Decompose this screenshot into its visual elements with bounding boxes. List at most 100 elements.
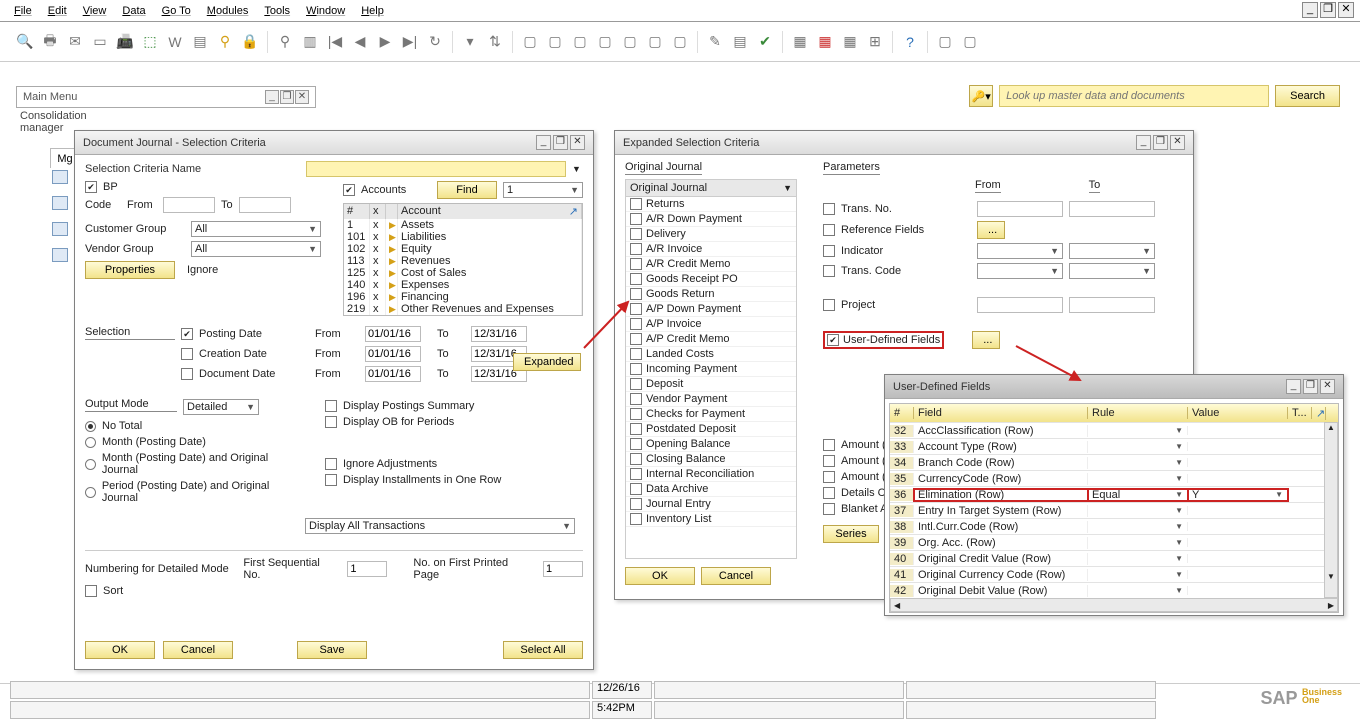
preview-icon[interactable]: 🔍 (14, 31, 36, 53)
exp-cancel-button[interactable]: Cancel (701, 567, 771, 585)
transcode-to-select[interactable]: ▼ (1069, 263, 1155, 279)
dj-save-button[interactable]: Save (297, 641, 367, 659)
journal-item[interactable]: Goods Receipt PO (626, 272, 796, 287)
exp-max-icon[interactable]: ❐ (1153, 135, 1168, 150)
udf-row[interactable]: 32AccClassification (Row)▼ (890, 422, 1324, 438)
project-to-input[interactable] (1069, 297, 1155, 313)
find-level-select[interactable]: 1▼ (503, 182, 583, 198)
dj-select-all-button[interactable]: Select All (503, 641, 583, 659)
find-icon[interactable]: ⚲ (274, 31, 296, 53)
project-from-input[interactable] (977, 297, 1063, 313)
vend-group-select[interactable]: All▼ (191, 241, 321, 257)
udf-row[interactable]: 37Entry In Target System (Row)▼ (890, 502, 1324, 518)
doc3-icon[interactable]: ▢ (569, 31, 591, 53)
help-icon[interactable]: ? (899, 31, 921, 53)
account-row[interactable]: 1x▶Assets (344, 219, 582, 231)
next-icon[interactable]: ▶ (374, 31, 396, 53)
edit-icon[interactable]: ✎ (704, 31, 726, 53)
print-icon[interactable]: 🖶 (39, 31, 61, 53)
page2-icon[interactable]: ▢ (959, 31, 981, 53)
cal-x-icon[interactable]: ▦ (814, 31, 836, 53)
menu-view[interactable]: View (75, 3, 115, 19)
accounts-table[interactable]: #xAccount↗ 1x▶Assets101x▶Liabilities102x… (343, 203, 583, 316)
cal-check-icon[interactable]: ▦ (789, 31, 811, 53)
launch-icon[interactable]: ⚲ (214, 31, 236, 53)
journal-checkbox[interactable] (630, 198, 642, 210)
first-page-input[interactable] (543, 561, 583, 577)
journal-checkbox[interactable] (630, 438, 642, 450)
journal-item[interactable]: A/P Invoice (626, 317, 796, 332)
ref-ellipsis-button[interactable]: ... (977, 221, 1005, 239)
menu-modules[interactable]: Modules (199, 3, 257, 19)
udf-ellipsis-button[interactable]: ... (972, 331, 1000, 349)
dj-min-icon[interactable]: _ (536, 135, 551, 150)
journal-checkbox[interactable] (630, 468, 642, 480)
journal-checkbox[interactable] (630, 258, 642, 270)
module-icon[interactable] (52, 170, 68, 184)
indicator-checkbox[interactable] (823, 245, 835, 257)
doc2-icon[interactable]: ▢ (544, 31, 566, 53)
disp-ob-checkbox[interactable] (325, 416, 337, 428)
journal-checkbox[interactable] (630, 498, 642, 510)
no-total-radio[interactable] (85, 421, 96, 432)
udf-row[interactable]: 42Original Debit Value (Row)▼ (890, 582, 1324, 598)
journal-item[interactable]: Deposit (626, 377, 796, 392)
disp-sum-checkbox[interactable] (325, 400, 337, 412)
journal-checkbox[interactable] (630, 303, 642, 315)
exp-close-icon[interactable]: ✕ (1170, 135, 1185, 150)
indicator-to-select[interactable]: ▼ (1069, 243, 1155, 259)
menu-goto[interactable]: Go To (154, 3, 199, 19)
journal-checkbox[interactable] (630, 363, 642, 375)
creation-from-input[interactable] (365, 346, 421, 362)
document-from-input[interactable] (365, 366, 421, 382)
pdf-icon[interactable]: ▤ (189, 31, 211, 53)
transcode-from-select[interactable]: ▼ (977, 263, 1063, 279)
dj-cancel-button[interactable]: Cancel (163, 641, 233, 659)
disp-inst-checkbox[interactable] (325, 474, 337, 486)
search-type-dropdown[interactable]: 🔑▾ (969, 85, 993, 107)
dj-close-icon[interactable]: ✕ (570, 135, 585, 150)
cust-group-select[interactable]: All▼ (191, 221, 321, 237)
sms-icon[interactable]: ▭ (89, 31, 111, 53)
account-row[interactable]: 102x▶Equity (344, 243, 582, 255)
tree-icon[interactable]: ⊞ (864, 31, 886, 53)
journal-item[interactable]: Opening Balance (626, 437, 796, 452)
properties-button[interactable]: Properties (85, 261, 175, 279)
first-icon[interactable]: |◀ (324, 31, 346, 53)
transno-from-input[interactable] (977, 201, 1063, 217)
posting-date-checkbox[interactable]: ✔ (181, 328, 193, 340)
prev-icon[interactable]: ◀ (349, 31, 371, 53)
udf-checkbox[interactable]: ✔ (827, 334, 839, 346)
journal-checkbox[interactable] (630, 408, 642, 420)
journal-item[interactable]: Journal Entry (626, 497, 796, 512)
journal-checkbox[interactable] (630, 318, 642, 330)
series-button[interactable]: Series (823, 525, 879, 543)
find-button[interactable]: Find (437, 181, 497, 199)
minimize-icon[interactable]: _ (1302, 2, 1318, 18)
module-icon[interactable] (52, 248, 68, 262)
journal-item[interactable]: Incoming Payment (626, 362, 796, 377)
udf-min-icon[interactable]: _ (1286, 379, 1301, 394)
menu-help[interactable]: Help (353, 3, 392, 19)
amount1-checkbox[interactable] (823, 439, 835, 451)
journal-checkbox[interactable] (630, 273, 642, 285)
code-to-input[interactable] (239, 197, 291, 213)
udf-row[interactable]: 38Intl.Curr.Code (Row)▼ (890, 518, 1324, 534)
journal-item[interactable]: Vendor Payment (626, 392, 796, 407)
word-icon[interactable]: W (164, 31, 186, 53)
udf-close-icon[interactable]: ✕ (1320, 379, 1335, 394)
journal-checkbox[interactable] (630, 423, 642, 435)
journal-item[interactable]: Goods Return (626, 287, 796, 302)
journal-item[interactable]: A/R Down Payment (626, 212, 796, 227)
menu-edit[interactable]: Edit (40, 3, 75, 19)
journal-item[interactable]: A/R Credit Memo (626, 257, 796, 272)
journal-item[interactable]: Delivery (626, 227, 796, 242)
doc1-icon[interactable]: ▢ (519, 31, 541, 53)
journal-checkbox[interactable] (630, 378, 642, 390)
account-row[interactable]: 113x▶Revenues (344, 255, 582, 267)
module-icon[interactable] (52, 222, 68, 236)
mm-close-icon[interactable]: ✕ (295, 90, 309, 104)
journal-item[interactable]: A/P Down Payment (626, 302, 796, 317)
indicator-from-select[interactable]: ▼ (977, 243, 1063, 259)
dj-max-icon[interactable]: ❐ (553, 135, 568, 150)
